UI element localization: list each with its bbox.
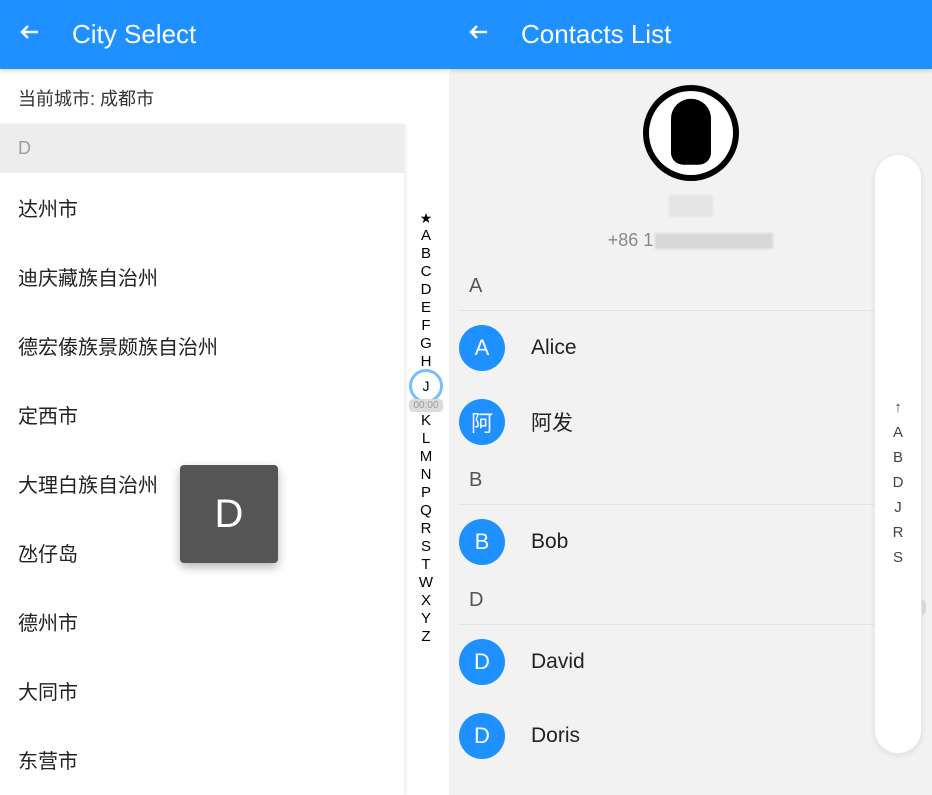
- contact-name: David: [531, 650, 585, 674]
- index-letter[interactable]: P: [421, 484, 431, 502]
- profile-name-redacted: [669, 195, 713, 217]
- index-letter[interactable]: B: [893, 449, 903, 466]
- phone-prefix: +86 1: [608, 230, 654, 250]
- index-letter[interactable]: D: [893, 474, 904, 491]
- contact-section-header: D: [459, 579, 912, 625]
- index-letter[interactable]: J: [894, 499, 902, 516]
- contact-badge: D: [459, 713, 505, 759]
- index-letter[interactable]: K: [421, 412, 431, 430]
- current-city-label: 当前城市: 成都市: [0, 69, 449, 127]
- index-letter[interactable]: T: [421, 556, 430, 574]
- index-letter[interactable]: Y: [421, 610, 431, 628]
- city-item[interactable]: 德州市: [0, 587, 404, 656]
- app-title: City Select: [72, 19, 196, 50]
- city-item[interactable]: 定西市: [0, 380, 404, 449]
- contact-row[interactable]: 阿阿发: [449, 385, 932, 459]
- city-item[interactable]: 达州市: [0, 173, 404, 242]
- index-letter[interactable]: S: [893, 549, 903, 566]
- index-bubble: D: [180, 465, 278, 563]
- contact-section-header: B: [459, 459, 912, 505]
- phone-redacted: [655, 233, 773, 249]
- contact-badge: 阿: [459, 399, 505, 445]
- city-item[interactable]: 德宏傣族景颇族自治州: [0, 311, 404, 380]
- app-bar: Contacts List: [449, 0, 932, 69]
- index-letter[interactable]: Q: [420, 502, 432, 520]
- contact-row[interactable]: D David: [449, 625, 932, 699]
- index-letter[interactable]: S: [421, 538, 431, 556]
- index-star[interactable]: ★: [420, 209, 433, 227]
- index-letter[interactable]: A: [893, 424, 903, 441]
- index-letter[interactable]: R: [893, 524, 904, 541]
- back-arrow-icon[interactable]: [467, 20, 491, 49]
- index-letter[interactable]: M: [420, 448, 433, 466]
- contact-badge: A: [459, 325, 505, 371]
- alpha-index-bar[interactable]: ★ABCDEFGHJ00:00KLMNPQRSTWXYZ: [411, 209, 441, 646]
- alpha-index-bar[interactable]: ↑ ABDJRS: [874, 154, 922, 754]
- contact-badge: D: [459, 639, 505, 685]
- city-list[interactable]: D 达州市迪庆藏族自治州德宏傣族景颇族自治州定西市大理白族自治州氹仔岛德州市大同…: [0, 124, 404, 795]
- contact-name: 阿发: [531, 407, 573, 437]
- index-letter[interactable]: W: [419, 574, 433, 592]
- contact-name: Doris: [531, 724, 580, 748]
- city-item[interactable]: 东营市: [0, 725, 404, 794]
- index-letter[interactable]: B: [421, 245, 431, 263]
- index-letter[interactable]: X: [421, 592, 431, 610]
- profile-card: +86 1: [449, 69, 932, 265]
- contact-row[interactable]: D Doris: [449, 699, 932, 773]
- contact-row[interactable]: B Bob: [449, 505, 932, 579]
- index-letter-highlight[interactable]: J: [409, 369, 443, 403]
- contact-badge: B: [459, 519, 505, 565]
- contact-name: Bob: [531, 530, 568, 554]
- index-letter[interactable]: R: [421, 520, 432, 538]
- index-letter[interactable]: A: [421, 227, 431, 245]
- city-select-screen: City Select 当前城市: 成都市 D 达州市迪庆藏族自治州德宏傣族景颇…: [0, 0, 449, 795]
- index-letter[interactable]: Z: [421, 628, 430, 646]
- app-bar: City Select: [0, 0, 449, 69]
- index-top-icon[interactable]: ↑: [894, 399, 902, 416]
- profile-phone: +86 1: [449, 230, 932, 251]
- back-arrow-icon[interactable]: [18, 20, 42, 49]
- city-item[interactable]: 大同市: [0, 656, 404, 725]
- index-letter[interactable]: N: [421, 466, 432, 484]
- index-letter[interactable]: C: [421, 263, 432, 281]
- index-timer-badge: 00:00: [409, 399, 442, 412]
- index-letter[interactable]: L: [422, 430, 430, 448]
- index-letter[interactable]: F: [421, 317, 430, 335]
- contacts-list-screen: Contacts List +86 1 AAAlice阿阿发BBBobDDDav…: [449, 0, 932, 795]
- index-letter[interactable]: G: [420, 335, 432, 353]
- contacts-list[interactable]: AAAlice阿阿发BBBobDDDavidDDoris: [449, 265, 932, 795]
- city-section-header: D: [0, 124, 404, 173]
- index-letter[interactable]: E: [421, 299, 431, 317]
- city-select-body: 当前城市: 成都市 D 达州市迪庆藏族自治州德宏傣族景颇族自治州定西市大理白族自…: [0, 69, 449, 795]
- index-letter[interactable]: D: [421, 281, 432, 299]
- city-item[interactable]: 迪庆藏族自治州: [0, 242, 404, 311]
- contact-name: Alice: [531, 336, 577, 360]
- avatar[interactable]: [643, 85, 739, 181]
- contact-section-header: A: [459, 265, 912, 311]
- contacts-body: +86 1 AAAlice阿阿发BBBobDDDavidDDoris ↑ABDJ…: [449, 69, 932, 795]
- app-title: Contacts List: [521, 19, 671, 50]
- contact-row[interactable]: A Alice: [449, 311, 932, 385]
